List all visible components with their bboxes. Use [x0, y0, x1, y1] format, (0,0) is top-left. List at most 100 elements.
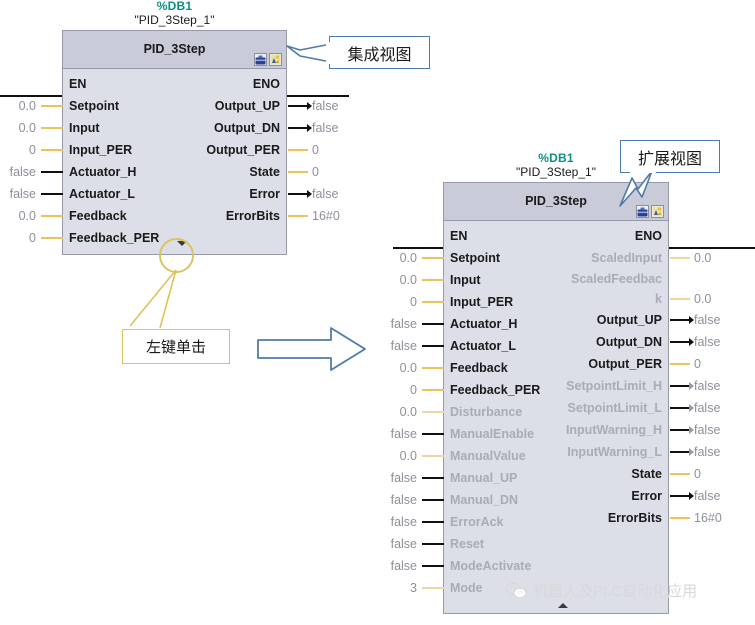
output-wire	[670, 297, 690, 300]
right-block-box[interactable]: PID_3Step EN ENO Setpoint 0.0 Input 0.0 …	[391, 181, 722, 614]
output-pin-value: 0.0	[694, 291, 712, 306]
output-pin-row: Output_UP false	[444, 309, 721, 331]
input-wire	[422, 366, 444, 369]
note-leader-line	[129, 269, 177, 329]
output-pin-row: ScaledInput 0.0	[444, 247, 711, 269]
input-pin-value: 0.0	[18, 98, 36, 113]
input-pin-label-reset: Reset	[450, 536, 485, 551]
input-pin-value: 0	[29, 142, 36, 157]
input-wire	[41, 126, 63, 129]
input-pin-label-feedback_per: Feedback_PER	[69, 230, 160, 245]
output-wire	[670, 516, 690, 519]
output-wire	[670, 318, 690, 321]
input-wire	[422, 322, 444, 325]
toolbox-icon[interactable]	[254, 52, 267, 66]
pin-en: EN	[69, 76, 87, 91]
output-pin-row: k 0.0	[444, 289, 711, 309]
output-pin-value: 0	[694, 466, 701, 481]
output-pin-label-error: Error	[631, 488, 662, 503]
input-pin-value: false	[9, 186, 36, 201]
output-pin-value: false	[312, 120, 339, 135]
output-pin-value: false	[694, 444, 721, 459]
right-eno-rail	[669, 247, 755, 249]
output-wire	[288, 214, 308, 217]
output-pin-value: false	[694, 422, 721, 437]
left-block-icons[interactable]	[254, 52, 282, 66]
output-pin-label-output_per: Output_PER	[588, 356, 662, 371]
callout-integrated-view-text: 集成视图	[347, 46, 412, 64]
output-wire	[670, 256, 690, 259]
note-left-click: 左键单击	[122, 329, 230, 364]
diagnostics-icon[interactable]	[269, 52, 282, 66]
callout-integrated-view: 集成视图	[329, 36, 430, 69]
output-pin-row: Output_PER 0	[444, 353, 701, 375]
input-wire	[422, 388, 444, 391]
output-pin-label-setpointlimit_h: SetpointLimit_H	[566, 378, 662, 393]
output-wire	[670, 362, 690, 365]
input-wire	[422, 476, 444, 479]
pin-eno: ENO	[252, 76, 280, 91]
input-pin-value: false	[390, 558, 417, 573]
input-wire	[422, 454, 444, 457]
output-wire	[288, 192, 308, 195]
callout-expanded-view-tail	[619, 170, 656, 207]
output-pin-label-k: k	[655, 291, 662, 306]
right-row-en-eno: EN ENO	[444, 225, 668, 247]
left-en-rail	[0, 95, 62, 97]
left-instance-label: "PID_3Step_1"	[134, 12, 215, 27]
output-wire	[288, 126, 308, 129]
callout-expanded-view: 扩展视图	[620, 140, 720, 173]
output-pin-label-output_per: Output_PER	[206, 142, 280, 157]
input-pin-value: 0.0	[18, 208, 36, 223]
input-pin-value: false	[390, 514, 417, 529]
output-wire	[288, 148, 308, 151]
output-pin-label-scaledinput: ScaledInput	[591, 250, 662, 265]
output-pin-row: InputWarning_H false	[444, 419, 720, 441]
input-pin-row: Reset false	[391, 533, 668, 555]
output-wire	[670, 472, 690, 475]
output-pin-row: Output_DN false	[444, 331, 720, 353]
wechat-icon	[505, 582, 527, 598]
output-pin-row: SetpointLimit_L false	[444, 397, 721, 419]
output-wire	[670, 428, 690, 431]
pin-en: EN	[450, 228, 468, 243]
left-block-labels: %DB1 "PID_3Step_1"	[62, 0, 287, 28]
input-wire	[422, 344, 444, 347]
output-pin-row: Error false	[63, 183, 338, 205]
input-pin-row: ModeActivate false	[391, 555, 668, 577]
input-wire	[41, 148, 63, 151]
output-pin-value: false	[694, 312, 721, 327]
output-pin-value: false	[694, 378, 721, 393]
input-pin-value: 0.0	[399, 272, 417, 287]
output-pin-row: ErrorBits 16#0	[444, 507, 722, 529]
output-pin-value: 0	[694, 356, 701, 371]
left-block-title: PID_3Step	[143, 42, 206, 57]
watermark: 机器人及PLC自动化应用	[505, 580, 697, 601]
output-pin-label-setpointlimit_l: SetpointLimit_L	[567, 400, 662, 415]
left-block-box[interactable]: PID_3Step EN ENO Setpoint 0.0 Input 0.0 …	[10, 29, 340, 255]
input-wire	[41, 236, 63, 239]
input-wire	[422, 586, 444, 589]
output-wire	[288, 104, 308, 107]
input-pin-value: 0	[29, 230, 36, 245]
input-pin-value: false	[390, 338, 417, 353]
output-pin-value: false	[694, 334, 721, 349]
input-pin-value: false	[9, 164, 36, 179]
input-pin-value: 0.0	[399, 360, 417, 375]
expanded-view-block[interactable]: %DB1 "PID_3Step_1" PID_3Step EN ENO Setp…	[391, 151, 722, 614]
input-wire	[422, 564, 444, 567]
input-wire	[422, 542, 444, 545]
output-pin-value: 0	[312, 142, 319, 157]
output-pin-value: 0	[312, 164, 319, 179]
chevron-up-icon[interactable]	[558, 602, 568, 608]
left-block-header: PID_3Step	[63, 30, 286, 69]
integrated-view-block[interactable]: %DB1 "PID_3Step_1" PID_3Step EN ENO Setp…	[10, 0, 340, 255]
output-pin-row: SetpointLimit_H false	[444, 375, 720, 397]
input-pin-value: 0.0	[399, 250, 417, 265]
input-wire	[422, 520, 444, 523]
input-wire	[41, 170, 63, 173]
input-pin-value: false	[390, 316, 417, 331]
callout-expanded-view-text: 扩展视图	[637, 150, 702, 168]
output-pin-value: false	[694, 488, 721, 503]
input-wire	[41, 104, 63, 107]
